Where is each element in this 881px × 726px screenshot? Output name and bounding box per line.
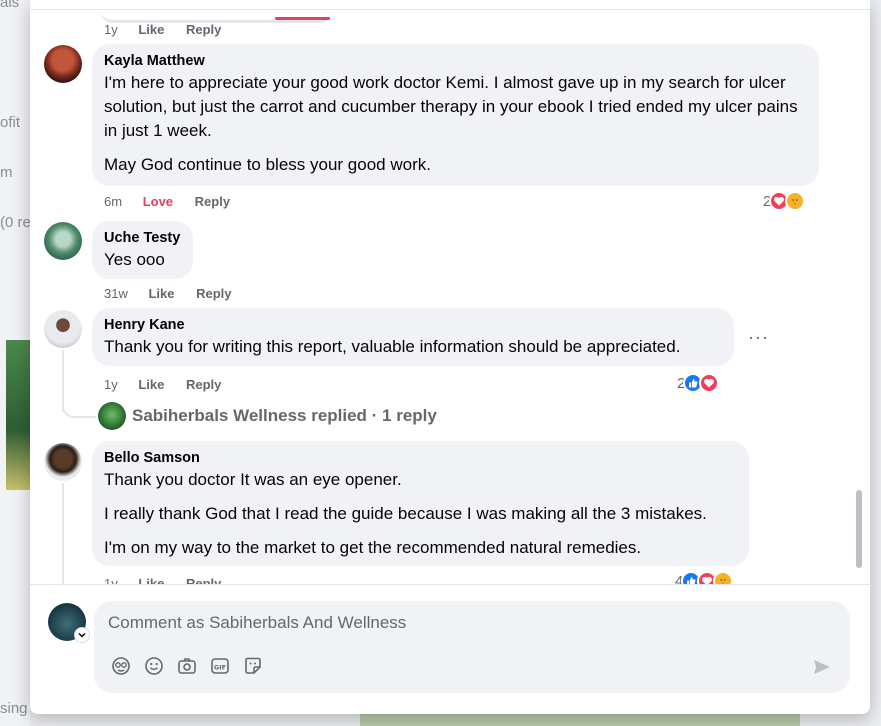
love-icon xyxy=(699,373,720,393)
reply-button[interactable]: Reply xyxy=(186,22,221,37)
scrollbar-thumb[interactable] xyxy=(856,490,862,568)
love-reaction-button[interactable]: Love xyxy=(143,194,173,209)
comment-time: 1y xyxy=(104,377,118,392)
comment-input[interactable] xyxy=(108,611,808,635)
comment-text: Thank you doctor It was an eye opener. xyxy=(104,470,402,489)
comment-meta: 31w Like Reply xyxy=(104,286,250,301)
background-text: als xyxy=(0,0,20,11)
comment-text: I'm here to appreciate your good work do… xyxy=(104,73,798,140)
camera-icon[interactable] xyxy=(176,655,198,677)
care-icon xyxy=(713,571,734,584)
comment-text: May God continue to bless your good work… xyxy=(104,155,431,174)
reaction-summary[interactable]: 2 xyxy=(763,190,806,212)
like-button[interactable]: Like xyxy=(148,286,174,301)
page-avatar xyxy=(98,402,126,430)
thread-connector xyxy=(62,394,96,418)
comment-bubble: Kayla Matthew I'm here to appreciate you… xyxy=(92,44,819,186)
background-text: m xyxy=(0,164,13,181)
reply-button[interactable]: Reply xyxy=(186,576,221,584)
comment-meta: 1y Like Reply xyxy=(104,576,239,584)
comment-meta: 6m Love Reply xyxy=(104,194,248,209)
reply-button[interactable]: Reply xyxy=(186,377,221,392)
comment-meta: 1y Like Reply xyxy=(104,377,239,392)
comment-bubble: Bello Samson Thank you doctor It was an … xyxy=(92,441,749,566)
background-page-left: als ofit m (0 re sing xyxy=(0,0,30,726)
comment-meta: 1y Like Reply xyxy=(104,22,239,37)
like-button[interactable]: Like xyxy=(138,377,164,392)
avatar-sticker-icon[interactable] xyxy=(110,655,132,677)
comment-composer: GIF xyxy=(30,584,870,714)
send-icon[interactable] xyxy=(810,655,834,679)
like-button[interactable]: Like xyxy=(138,22,164,37)
sticker-icon[interactable] xyxy=(242,655,264,677)
like-button[interactable]: Like xyxy=(138,576,164,584)
comment-text: I'm on my way to the market to get the r… xyxy=(104,538,642,557)
avatar[interactable] xyxy=(44,310,82,348)
comment-bubble: Henry Kane Thank you for writing this re… xyxy=(92,308,734,366)
more-options-button[interactable]: ··· xyxy=(748,328,769,346)
view-replies-button[interactable]: Sabiherbals Wellness replied · 1 reply xyxy=(98,402,437,430)
emoji-icon[interactable] xyxy=(143,655,165,677)
commenter-name[interactable]: Bello Samson xyxy=(104,449,737,468)
comment-time: 6m xyxy=(104,194,123,209)
avatar[interactable] xyxy=(44,222,82,260)
comments-modal: 1y Like Reply Kayla Matthew I'm here to … xyxy=(30,0,870,714)
reaction-summary[interactable]: 4 xyxy=(675,570,734,584)
comment-time: 31w xyxy=(104,286,128,301)
svg-text:GIF: GIF xyxy=(214,663,226,671)
reaction-summary[interactable]: 2 xyxy=(677,372,720,394)
care-icon xyxy=(785,191,806,211)
chevron-down-icon[interactable] xyxy=(74,627,90,643)
comment-text: Thank you for writing this report, valua… xyxy=(104,337,681,356)
background-text: sing xyxy=(0,700,28,717)
avatar[interactable] xyxy=(44,45,82,83)
avatar[interactable] xyxy=(44,443,82,481)
commenter-name[interactable]: Kayla Matthew xyxy=(104,52,807,71)
thread-line xyxy=(62,483,64,584)
comment-input-box: GIF xyxy=(94,601,850,693)
comment-text: I really thank God that I read the guide… xyxy=(104,504,707,523)
reply-button[interactable]: Reply xyxy=(196,286,231,301)
comment-list[interactable]: 1y Like Reply Kayla Matthew I'm here to … xyxy=(30,10,870,584)
background-text: (0 re xyxy=(0,214,30,231)
comment-time: 1y xyxy=(104,576,118,584)
replies-summary[interactable]: Sabiherbals Wellness replied · 1 reply xyxy=(132,406,437,426)
comment-time: 1y xyxy=(104,22,118,37)
comment-text: Yes ooo xyxy=(104,250,165,269)
background-banner xyxy=(360,714,800,726)
gif-icon[interactable]: GIF xyxy=(209,655,231,677)
comment-bubble: Uche Testy Yes ooo xyxy=(92,221,193,279)
commenter-name[interactable]: Henry Kane xyxy=(104,316,722,335)
background-page-right xyxy=(870,0,881,726)
background-image xyxy=(6,340,30,490)
reply-button[interactable]: Reply xyxy=(195,194,230,209)
composer-toolbar: GIF xyxy=(110,655,275,677)
commenter-name[interactable]: Uche Testy xyxy=(104,229,181,248)
background-text: ofit xyxy=(0,114,21,131)
